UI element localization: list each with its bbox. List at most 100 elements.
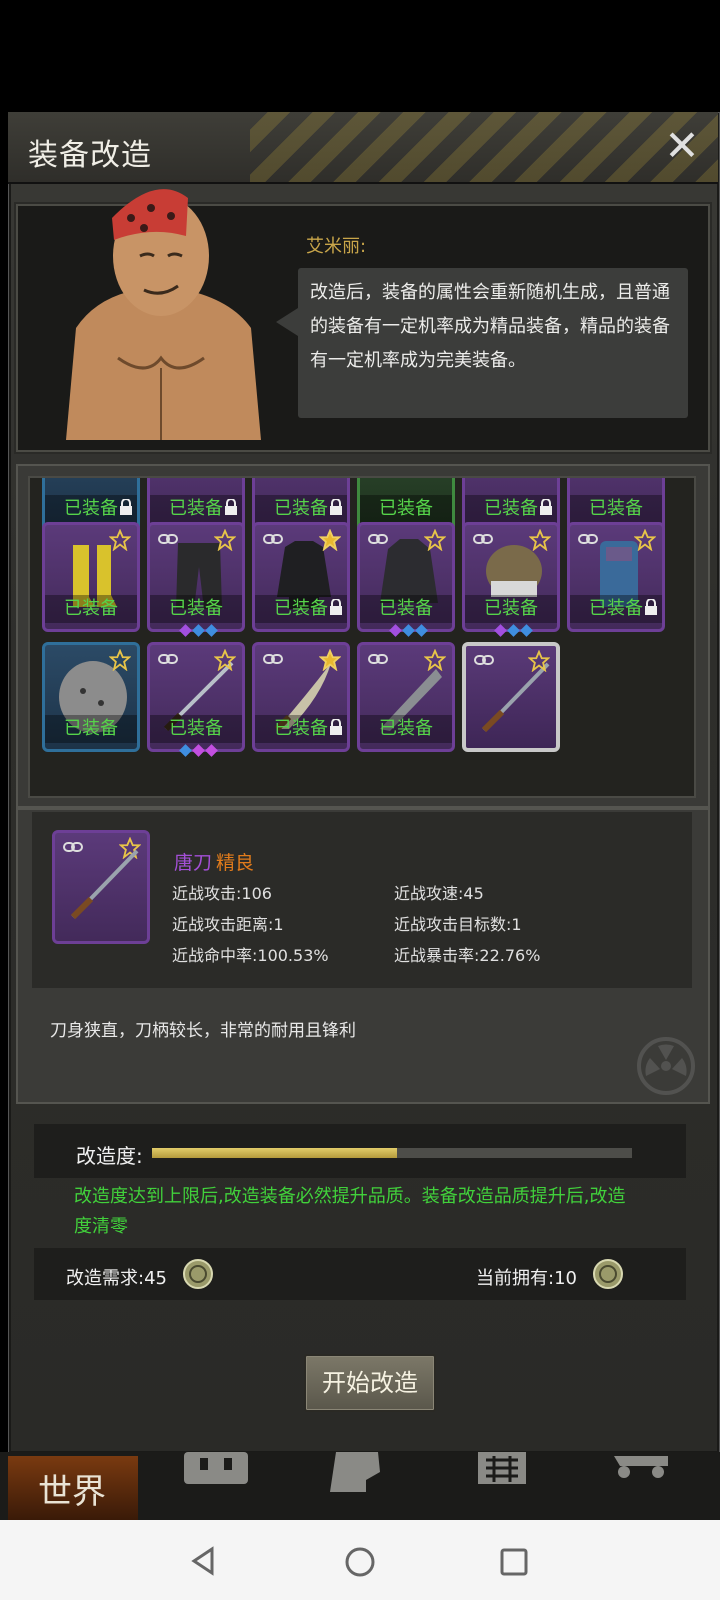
gem-icon — [494, 624, 507, 637]
inventory-slot[interactable]: 已装备 — [42, 522, 140, 632]
equipped-label: 已装备 — [360, 595, 452, 623]
shop-cart-nav-icon[interactable] — [612, 1452, 670, 1492]
gem-icon — [507, 624, 520, 637]
equipped-label: 已装备 — [360, 495, 452, 523]
gem-icon — [192, 624, 205, 637]
item-description: 刀身狭直，刀柄较长，非常的耐用且锋利 — [50, 1021, 356, 1041]
star-icon — [424, 649, 446, 671]
star-icon — [319, 649, 341, 671]
lock-icon — [645, 599, 657, 615]
link-icon — [473, 534, 493, 544]
radiation-icon — [637, 1037, 695, 1095]
link-icon — [578, 534, 598, 544]
lock-icon — [120, 499, 132, 515]
tab-world-label: 世界 — [38, 1472, 106, 1512]
owned-label: 当前拥有:10 — [476, 1268, 577, 1289]
star-icon — [634, 529, 656, 551]
link-icon — [263, 534, 283, 544]
build-nav-icon[interactable] — [476, 1452, 528, 1492]
equipped-label: 已装备 — [465, 595, 557, 623]
stat-melee-hit-rate: 近战命中率:100.53% — [172, 946, 329, 965]
lock-icon — [540, 499, 552, 515]
link-icon — [263, 654, 283, 664]
link-icon — [368, 534, 388, 544]
stat-melee-speed: 近战攻速:45 — [394, 884, 484, 903]
star-icon — [109, 649, 131, 671]
backpack-nav-icon[interactable] — [180, 1452, 252, 1492]
equipped-label: 已装备 — [150, 595, 242, 623]
equipped-label: 已装备 — [45, 715, 137, 743]
stat-melee-range: 近战攻击距离:1 — [172, 915, 284, 934]
link-icon — [474, 655, 494, 665]
close-icon: ✕ — [664, 121, 700, 170]
equipped-label: 已装备 — [360, 715, 452, 743]
katana-icon — [70, 849, 139, 920]
gem-sockets — [179, 744, 218, 758]
back-icon[interactable] — [188, 1546, 218, 1576]
equipment-grid[interactable]: 已装备 已装备 已装备 已装备 已装备 已装备 已装备 已装备 已装备 已装备 已装备 已装备 已装备已… — [28, 476, 696, 798]
stat-melee-targets: 近战攻击目标数:1 — [394, 915, 522, 934]
speech-bubble-tail — [276, 308, 298, 336]
equipped-label: 已装备 — [45, 595, 137, 623]
inventory-slot[interactable]: 已装备 — [567, 522, 665, 632]
start-reforge-button[interactable]: 开始改造 — [304, 1354, 436, 1412]
equipped-label: 已装备 — [150, 715, 242, 743]
gem-icon — [192, 744, 205, 757]
lock-icon — [225, 499, 237, 515]
gem-icon — [205, 744, 218, 757]
gem-sockets — [179, 624, 218, 638]
hazard-stripes — [250, 112, 718, 182]
gem-sockets — [389, 624, 428, 638]
star-icon — [214, 529, 236, 551]
gem-icon — [179, 744, 192, 757]
inventory-slot[interactable]: 已装备 — [252, 642, 350, 752]
progress-fill — [152, 1148, 397, 1158]
page-title: 装备改造 — [28, 138, 152, 173]
inventory-slot[interactable]: 已装备 — [462, 522, 560, 632]
inventory-slot[interactable]: 已装备 — [357, 522, 455, 632]
star-icon — [319, 529, 341, 551]
progress-label: 改造度: — [76, 1144, 143, 1168]
link-icon — [158, 654, 178, 664]
character-nav-icon[interactable] — [326, 1452, 384, 1492]
equipped-label: 已装备 — [570, 495, 662, 523]
gem-icon — [205, 624, 218, 637]
item-quality: 精良 — [216, 852, 255, 874]
gem-icon — [402, 624, 415, 637]
gem-icon — [520, 624, 533, 637]
gem-icon — [415, 624, 428, 637]
inventory-slot[interactable]: 已装备 — [147, 522, 245, 632]
npc-dialog-text: 改造后，装备的属性会重新随机生成，且普通的装备有一定机率成为精品装备，精品的装备… — [310, 282, 670, 371]
npc-name: 艾米丽: — [306, 236, 367, 257]
star-icon — [529, 529, 551, 551]
stat-melee-attack: 近战攻击:106 — [172, 884, 272, 903]
inventory-slot[interactable]: 已装备 — [42, 642, 140, 752]
home-icon[interactable] — [344, 1546, 376, 1578]
link-icon — [368, 654, 388, 664]
star-icon — [528, 650, 550, 672]
link-icon — [158, 534, 178, 544]
inventory-slot[interactable] — [462, 642, 560, 752]
inventory-slot[interactable]: 已装备 — [357, 642, 455, 752]
item-name: 唐刀 — [174, 852, 213, 874]
reforge-hint: 改造度达到上限后,改造装备必然提升品质。装备改造品质提升后,改造度清零 — [74, 1186, 626, 1237]
gem-icon — [389, 624, 402, 637]
gem-sockets — [494, 624, 533, 638]
lock-icon — [330, 599, 342, 615]
star-icon — [424, 529, 446, 551]
lock-icon — [330, 719, 342, 735]
inventory-slot[interactable]: 已装备 — [147, 642, 245, 752]
detail-item-slot — [52, 830, 150, 944]
npc-portrait — [66, 189, 261, 440]
close-button[interactable]: ✕ — [660, 124, 704, 168]
requirement-label: 改造需求:45 — [66, 1268, 167, 1289]
lock-icon — [330, 499, 342, 515]
coin-icon — [183, 1259, 213, 1289]
recents-icon[interactable] — [500, 1548, 528, 1576]
star-icon — [214, 649, 236, 671]
gem-icon — [179, 624, 192, 637]
coin-icon — [593, 1259, 623, 1289]
star-icon — [109, 529, 131, 551]
stat-melee-crit-rate: 近战暴击率:22.76% — [394, 946, 541, 965]
inventory-slot[interactable]: 已装备 — [252, 522, 350, 632]
